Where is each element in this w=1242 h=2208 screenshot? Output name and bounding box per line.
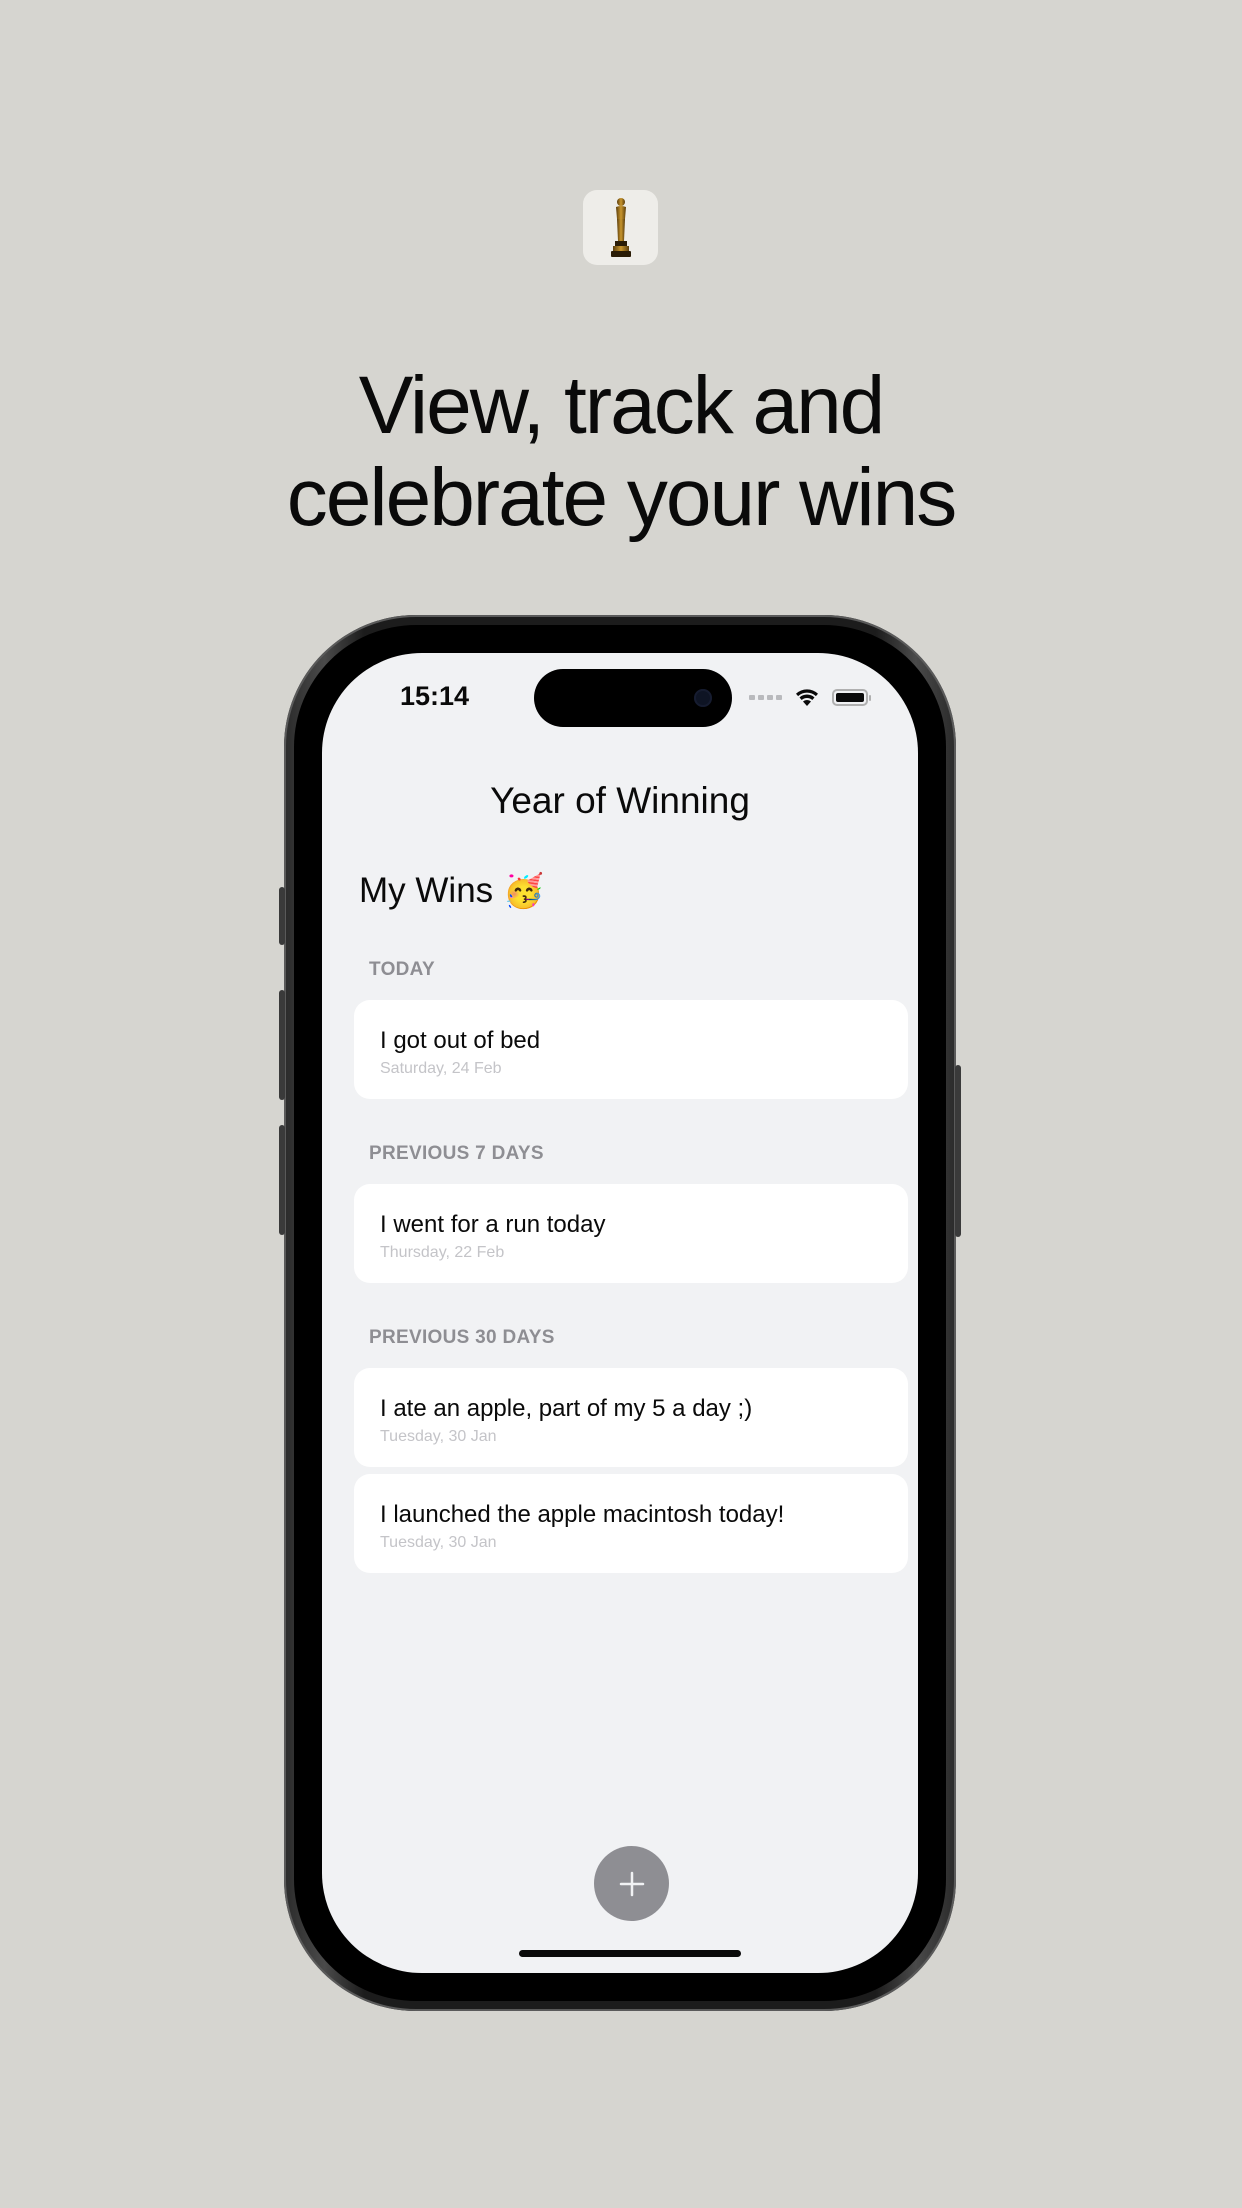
win-date: Tuesday, 30 Jan [380, 1428, 497, 1445]
list-title: My Wins 🥳 [359, 871, 544, 911]
camera-icon [694, 689, 712, 707]
nav-title: Year of Winning [490, 780, 750, 821]
headline-line-2: celebrate your wins [286, 452, 957, 543]
win-card[interactable]: I got out of bed Saturday, 24 Feb [354, 1000, 908, 1099]
volume-down-button [279, 1125, 285, 1235]
win-title: I ate an apple, part of my 5 a day ;) [380, 1395, 753, 1422]
section-label-previous-7-days: PREVIOUS 7 DAYS [369, 1143, 544, 1164]
win-card[interactable]: I went for a run today Thursday, 22 Feb [354, 1184, 908, 1283]
dynamic-island [534, 669, 732, 727]
power-button [955, 1065, 961, 1237]
headline-line-1: View, track and [358, 360, 886, 451]
win-card[interactable]: I ate an apple, part of my 5 a day ;) Tu… [354, 1368, 908, 1467]
promo-headline: View, track and celebrate your wins [0, 360, 1242, 544]
action-button [279, 887, 285, 945]
battery-icon [832, 688, 871, 706]
section-label-today: TODAY [369, 959, 435, 980]
win-title: I went for a run today [380, 1211, 606, 1238]
status-indicators [749, 687, 871, 707]
section-label-previous-30-days: PREVIOUS 30 DAYS [369, 1327, 555, 1348]
win-title: I got out of bed [380, 1027, 541, 1054]
wifi-icon [796, 689, 818, 706]
win-title: I launched the apple macintosh today! [380, 1501, 785, 1528]
phone-frame: 15:14 Year of Winning My Wins 🥳 TODAY I … [279, 615, 961, 2011]
phone-screen: 15:14 Year of Winning My Wins 🥳 TODAY I … [322, 653, 918, 1973]
home-indicator[interactable] [519, 1950, 741, 1957]
app-badge [583, 190, 658, 265]
win-card[interactable]: I launched the apple macintosh today! Tu… [354, 1474, 908, 1573]
win-date: Tuesday, 30 Jan [380, 1534, 497, 1551]
party-face-icon: 🥳 [503, 871, 545, 909]
plus-icon [619, 1871, 644, 1896]
add-win-button[interactable] [594, 1846, 669, 1921]
cellular-signal-icon [749, 694, 782, 700]
phone-bezel: 15:14 Year of Winning My Wins 🥳 TODAY I … [294, 625, 946, 2001]
win-date: Saturday, 24 Feb [380, 1060, 502, 1077]
list-title-text: My Wins [359, 871, 494, 910]
trophy-statue-icon [610, 197, 631, 257]
win-date: Thursday, 22 Feb [380, 1244, 505, 1261]
volume-up-button [279, 990, 285, 1100]
status-time: 15:14 [400, 681, 470, 711]
